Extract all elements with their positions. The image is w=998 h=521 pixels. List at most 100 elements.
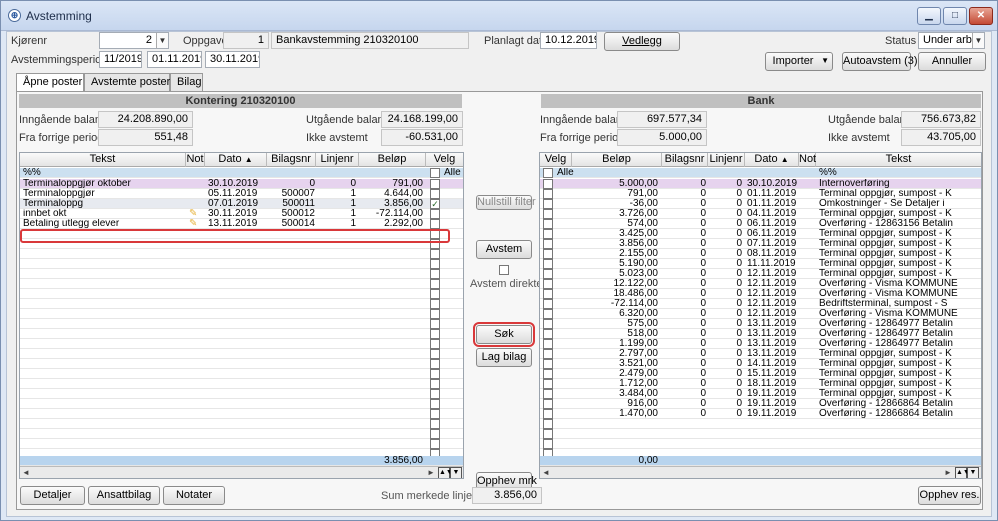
table-row[interactable] bbox=[20, 369, 463, 379]
velg-checkbox[interactable] bbox=[430, 429, 440, 439]
velg-checkbox[interactable] bbox=[430, 259, 440, 269]
table-row[interactable] bbox=[20, 419, 463, 429]
velg-checkbox[interactable]: ✓ bbox=[430, 199, 440, 209]
table-row[interactable]: Terminaloppg 07.01.2019 500011 1 3.856,00 ✓ bbox=[20, 199, 463, 209]
table-row[interactable]: 5.190,00 0 0 11.11.2019 Terminal oppgjør, su… bbox=[540, 259, 981, 269]
velg-checkbox[interactable] bbox=[543, 429, 553, 439]
table-row[interactable] bbox=[20, 409, 463, 419]
velg-checkbox[interactable] bbox=[543, 419, 553, 429]
scroll-right-icon[interactable]: ► bbox=[942, 467, 954, 478]
velg-checkbox[interactable] bbox=[430, 179, 440, 189]
col-not[interactable]: Not bbox=[186, 153, 205, 167]
right-filter-row[interactable]: Alle %% bbox=[540, 168, 981, 178]
velg-checkbox[interactable] bbox=[543, 199, 553, 209]
col-linjenr[interactable]: Linjenr bbox=[708, 153, 745, 167]
scroll-left-icon[interactable]: ◄ bbox=[540, 467, 552, 478]
col-not[interactable]: Not bbox=[799, 153, 816, 167]
kjorenr-select[interactable]: 2 ▼ bbox=[99, 32, 169, 49]
table-row[interactable]: 2.155,00 0 0 08.11.2019 Terminal oppgjør, su… bbox=[540, 249, 981, 259]
velg-checkbox[interactable] bbox=[543, 369, 553, 379]
scroll-up-button[interactable]: ▲▼ bbox=[955, 467, 970, 478]
col-belop[interactable]: Beløp bbox=[359, 153, 426, 167]
velg-checkbox[interactable] bbox=[430, 309, 440, 319]
opphev-res-button[interactable]: Opphev res. bbox=[918, 486, 981, 505]
velg-checkbox[interactable] bbox=[430, 439, 440, 449]
annuller-button[interactable]: Annuller bbox=[918, 52, 986, 71]
table-row[interactable]: 3.425,00 0 0 06.11.2019 Terminal oppgjør, su… bbox=[540, 229, 981, 239]
table-row[interactable] bbox=[20, 389, 463, 399]
velg-checkbox[interactable] bbox=[430, 299, 440, 309]
velg-checkbox[interactable] bbox=[543, 289, 553, 299]
velg-checkbox[interactable] bbox=[543, 179, 553, 189]
velg-checkbox[interactable] bbox=[543, 359, 553, 369]
velg-checkbox[interactable] bbox=[543, 399, 553, 409]
col-bilagsnr[interactable]: Bilagsnr bbox=[662, 153, 708, 167]
col-velg[interactable]: Velg bbox=[540, 153, 572, 167]
detaljer-button[interactable]: Detaljer bbox=[20, 486, 85, 505]
table-row[interactable] bbox=[20, 269, 463, 279]
col-bilagsnr[interactable]: Bilagsnr bbox=[267, 153, 316, 167]
table-row[interactable] bbox=[540, 439, 981, 449]
table-row[interactable]: 791,00 0 0 01.11.2019 Terminal oppgjør, sump… bbox=[540, 189, 981, 199]
col-tekst[interactable]: Tekst bbox=[20, 153, 186, 167]
left-horizontal-scrollbar[interactable]: ◄ ► ▲▼ ▼ bbox=[20, 466, 463, 478]
velg-checkbox[interactable] bbox=[430, 289, 440, 299]
table-row[interactable]: Terminaloppgjør 05.11.2019 500007 1 4.644,00 bbox=[20, 189, 463, 199]
minimize-button[interactable]: ▁ bbox=[917, 7, 941, 25]
table-row[interactable]: 5.023,00 0 0 12.11.2019 Terminal oppgjør, su… bbox=[540, 269, 981, 279]
table-row[interactable]: 12.122,00 0 0 12.11.2019 Overføring - Visma … bbox=[540, 279, 981, 289]
table-row[interactable]: 3.484,00 0 0 19.11.2019 Terminal oppgjør, su… bbox=[540, 389, 981, 399]
table-row[interactable]: 1.470,00 0 0 19.11.2019 Overføring - 1286686… bbox=[540, 409, 981, 419]
scroll-down-button[interactable]: ▼ bbox=[450, 467, 462, 478]
velg-checkbox[interactable] bbox=[430, 249, 440, 259]
velg-checkbox[interactable] bbox=[430, 329, 440, 339]
importer-button[interactable]: Importer ▼ bbox=[765, 52, 833, 71]
status-select[interactable]: Under arbeid ▼ bbox=[918, 32, 985, 49]
left-filter-row[interactable]: %% Alle bbox=[20, 168, 463, 178]
autoavstem-button[interactable]: Autoavstem (3) bbox=[842, 52, 918, 71]
planlagt-dato-field[interactable]: 10.12.2019 bbox=[540, 32, 597, 49]
avstem-button[interactable]: Avstem bbox=[476, 240, 532, 259]
nullstill-filter-button[interactable]: Nullstill filter bbox=[476, 195, 536, 210]
table-row[interactable] bbox=[20, 249, 463, 259]
left-filter-tekst[interactable]: %% bbox=[23, 168, 41, 178]
tab-avstemte-poster[interactable]: Avstemte poster bbox=[84, 73, 170, 92]
table-row[interactable]: 1.712,00 0 0 18.11.2019 Terminal oppgjør, su… bbox=[540, 379, 981, 389]
col-velg[interactable]: Velg bbox=[426, 153, 463, 167]
scroll-left-icon[interactable]: ◄ bbox=[20, 467, 32, 478]
velg-checkbox[interactable] bbox=[543, 329, 553, 339]
table-row[interactable] bbox=[20, 379, 463, 389]
col-tekst[interactable]: Tekst bbox=[816, 153, 981, 167]
velg-checkbox[interactable] bbox=[430, 369, 440, 379]
velg-checkbox[interactable] bbox=[430, 339, 440, 349]
table-row[interactable] bbox=[20, 339, 463, 349]
table-row[interactable]: 3.726,00 0 0 04.11.2019 Terminal oppgjør, su… bbox=[540, 209, 981, 219]
table-row[interactable]: 2.797,00 0 0 13.11.2019 Terminal oppgjør, su… bbox=[540, 349, 981, 359]
velg-checkbox[interactable] bbox=[543, 339, 553, 349]
table-row[interactable]: Betaling utlegg elever 13.11.2019 500014 1 2… bbox=[20, 219, 463, 229]
table-row[interactable] bbox=[540, 419, 981, 429]
velg-checkbox[interactable] bbox=[430, 389, 440, 399]
table-row[interactable] bbox=[20, 349, 463, 359]
right-velg-alle-checkbox[interactable] bbox=[543, 168, 553, 178]
velg-checkbox[interactable] bbox=[430, 219, 440, 229]
table-row[interactable]: 6.320,00 0 0 12.11.2019 Overføring - Visma K… bbox=[540, 309, 981, 319]
scroll-down-button[interactable]: ▼ bbox=[967, 467, 979, 478]
periode-field[interactable]: 11/2019 bbox=[99, 51, 142, 68]
tab-bilag[interactable]: Bilag bbox=[170, 73, 203, 92]
velg-checkbox[interactable] bbox=[430, 419, 440, 429]
table-row[interactable] bbox=[20, 309, 463, 319]
velg-checkbox[interactable] bbox=[543, 259, 553, 269]
velg-checkbox[interactable] bbox=[430, 379, 440, 389]
ansattbilag-button[interactable]: Ansattbilag bbox=[88, 486, 160, 505]
table-row[interactable] bbox=[20, 299, 463, 309]
table-row[interactable]: 575,00 0 0 13.11.2019 Overføring - 12864977 … bbox=[540, 319, 981, 329]
right-filter-tekst[interactable]: %% bbox=[819, 168, 837, 178]
left-velg-alle-checkbox[interactable] bbox=[430, 168, 440, 178]
velg-checkbox[interactable] bbox=[543, 349, 553, 359]
velg-checkbox[interactable] bbox=[430, 269, 440, 279]
table-row[interactable] bbox=[540, 429, 981, 439]
velg-checkbox[interactable] bbox=[430, 409, 440, 419]
velg-checkbox[interactable] bbox=[543, 319, 553, 329]
table-row[interactable] bbox=[20, 359, 463, 369]
